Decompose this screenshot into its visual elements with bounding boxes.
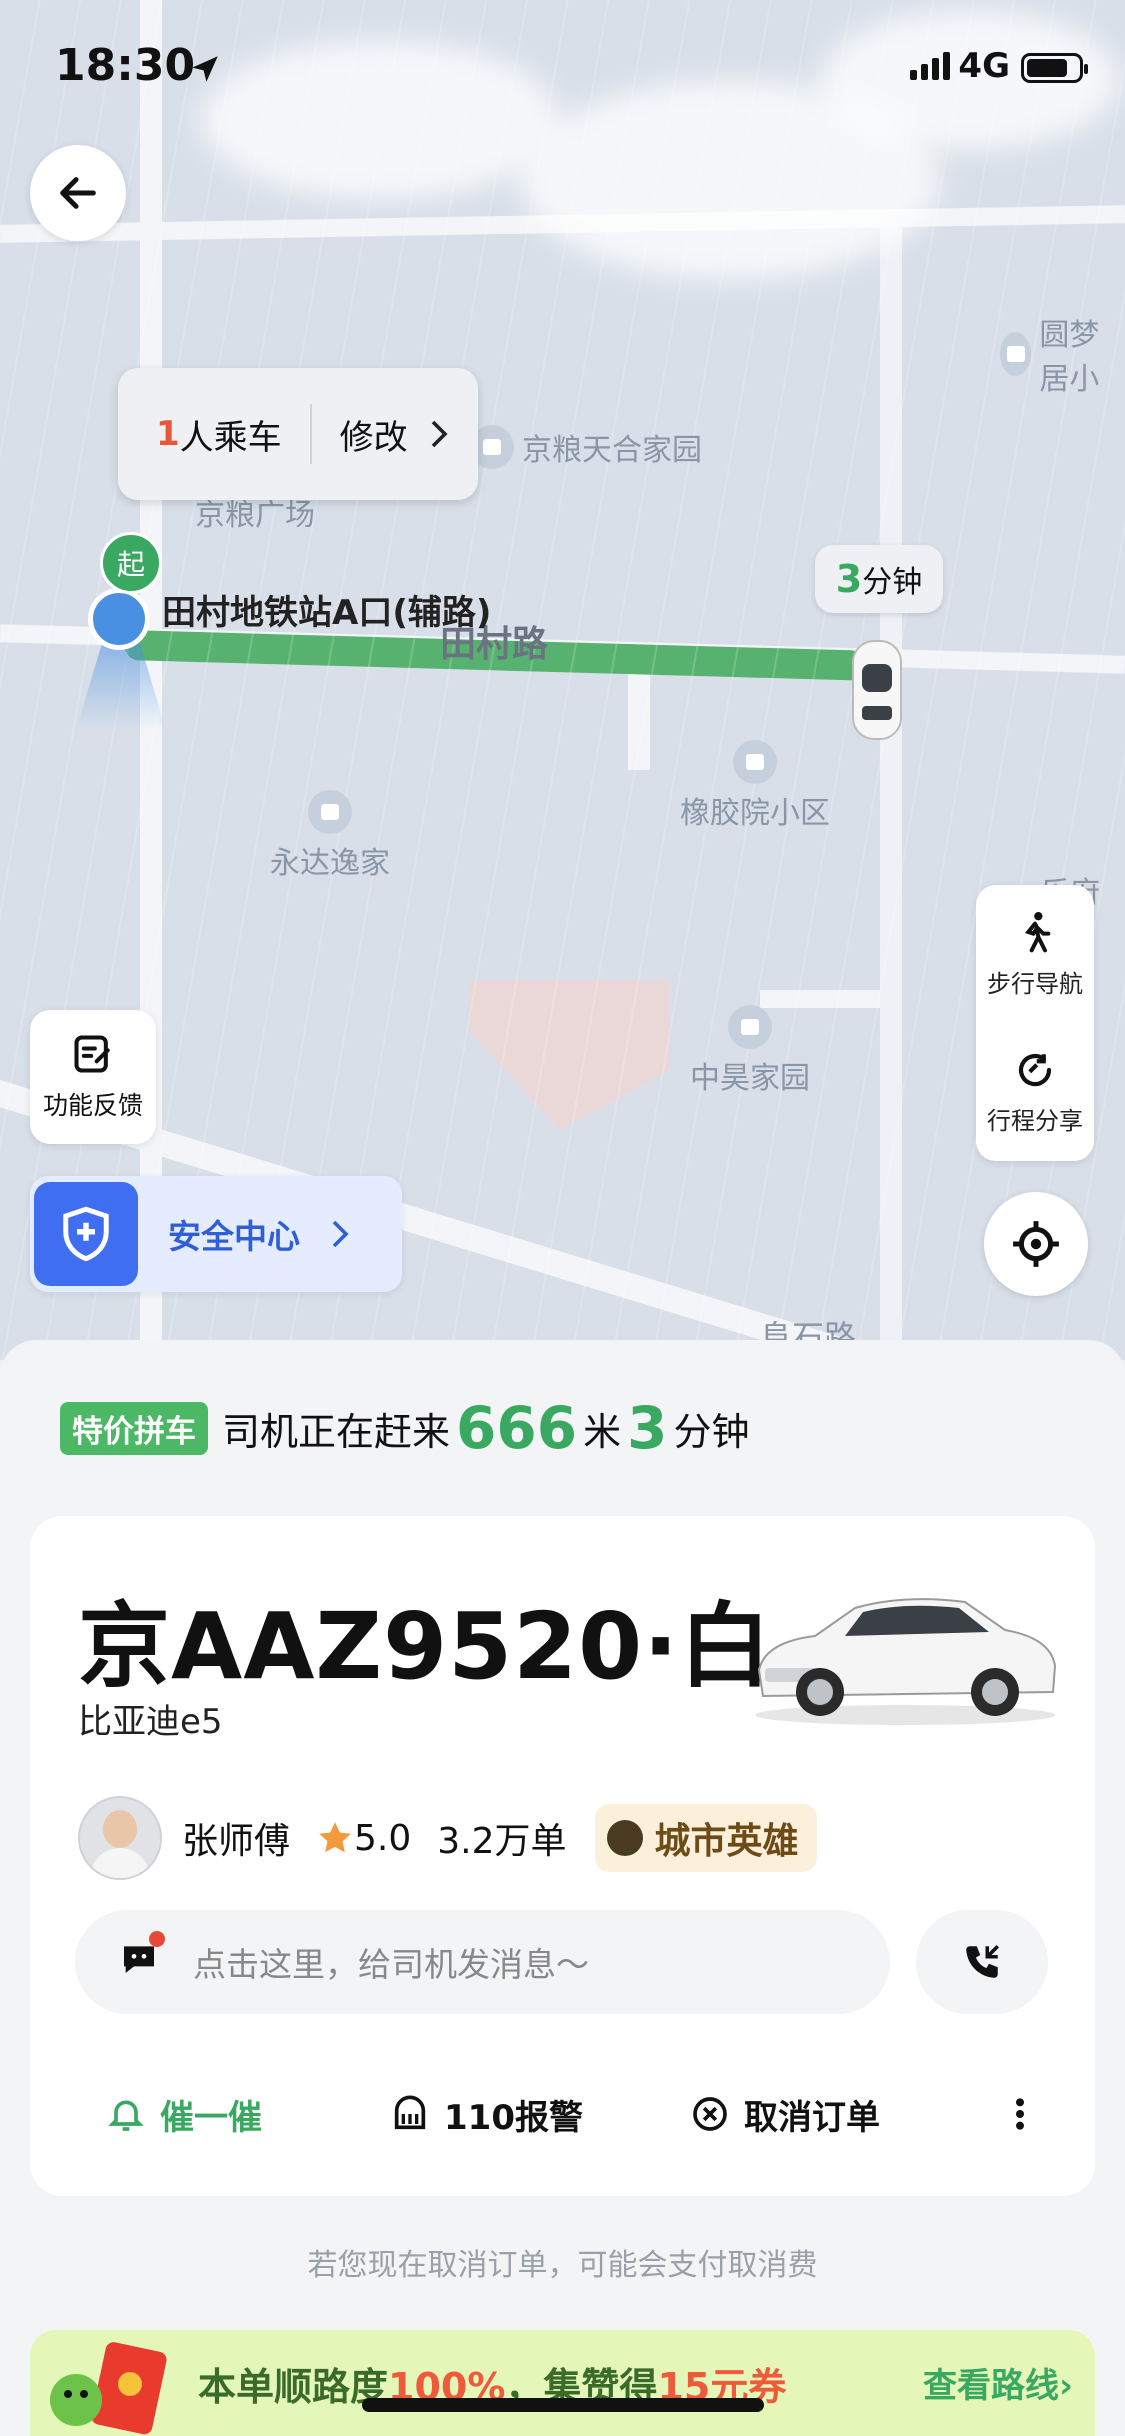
cancel-fee-notice: 若您现在取消订单，可能会支付取消费 — [307, 2248, 818, 2283]
back-arrow-icon — [60, 177, 96, 209]
feedback-button[interactable]: 功能反馈 — [30, 1010, 156, 1144]
chat-bubble-icon — [119, 1931, 165, 1985]
trip-status-line: 特价拼车 司机正在赶来 666 米 3 分钟 — [60, 1394, 749, 1462]
medal-icon — [606, 1820, 643, 1856]
passenger-count: 1 人乘车 — [118, 404, 312, 464]
passenger-suffix: 人乘车 — [179, 417, 282, 458]
police-label: 110报警 — [444, 2097, 583, 2138]
distance-unit: 米 — [583, 1409, 622, 1454]
minutes-value: 3 — [627, 1394, 668, 1462]
modify-label: 修改 — [339, 417, 408, 458]
network-type: 4G — [958, 46, 1010, 86]
passenger-bubble[interactable]: 1 人乘车 修改 — [118, 368, 478, 500]
driver-name: 张师傅 — [182, 1821, 291, 1862]
phone-icon — [966, 1945, 999, 1978]
location-arrow-icon — [192, 56, 218, 82]
driver-rating: 5.0 — [316, 1818, 411, 1859]
message-placeholder: 点击这里，给司机发消息～ — [193, 1945, 589, 1984]
view-route-link[interactable]: 查看路线› — [923, 2358, 1073, 2407]
car-model: 比亚迪e5 — [78, 1702, 223, 1742]
driver-orders: 3.2万单 — [437, 1821, 567, 1862]
license-plate: 京AAZ9520·白 — [78, 1593, 773, 1700]
urge-driver-button[interactable]: 催一催 — [106, 2090, 262, 2139]
eta-bubble: 3 分钟 — [815, 545, 943, 613]
trip-share-label: 行程分享 — [987, 1106, 1083, 1135]
promo-prefix: 本单顺路度 — [198, 2365, 389, 2409]
poi-label: 京粮天合家园 — [470, 425, 702, 469]
walk-nav-label: 步行导航 — [987, 969, 1083, 998]
cancel-circle-icon — [693, 2097, 727, 2131]
message-input[interactable]: 点击这里，给司机发消息～ — [75, 1910, 890, 2014]
police-button[interactable]: 110报警 — [390, 2090, 583, 2139]
view-route-label: 查看路线 — [922, 2366, 1059, 2406]
map-view[interactable]: 京粮天合家园 圆梦居小 橡胶院小区 永达逸家 中昊家园 京粮广场 阜石路 乐府江… — [0, 0, 1125, 1360]
status-bar: 18:30 4G — [0, 0, 1125, 136]
distance-value: 666 — [456, 1394, 578, 1462]
red-envelope-icon — [50, 2342, 167, 2435]
share-icon — [1018, 1053, 1052, 1086]
back-button[interactable] — [30, 145, 126, 241]
safety-center-label: 安全中心 — [168, 1217, 300, 1256]
map-tools-panel: 步行导航 行程分享 — [976, 885, 1094, 1161]
battery-icon — [1021, 53, 1088, 83]
trip-share-button[interactable]: 行程分享 — [987, 1023, 1083, 1161]
passenger-number: 1 — [156, 414, 180, 454]
poi-label: 中昊家园 — [690, 1005, 810, 1097]
rating-value: 5.0 — [354, 1817, 412, 1859]
city-hero-badge[interactable]: 城市英雄 — [594, 1804, 817, 1872]
rain-overlay — [0, 0, 1125, 1360]
pickup-location-marker[interactable] — [88, 588, 150, 650]
cancel-label: 取消订单 — [744, 2097, 880, 2138]
badge-label: 城市英雄 — [654, 1821, 799, 1862]
edit-note-icon — [74, 1035, 110, 1073]
locate-me-button[interactable] — [984, 1192, 1088, 1296]
feedback-label: 功能反馈 — [42, 1091, 143, 1120]
driver-avatar[interactable] — [78, 1796, 162, 1880]
minutes-unit: 分钟 — [673, 1409, 750, 1454]
chevron-right-icon — [332, 1220, 349, 1248]
modify-button[interactable]: 修改 — [312, 410, 450, 459]
status-time: 18:30 — [55, 40, 196, 91]
cancel-order-button[interactable]: 取消订单 — [690, 2090, 880, 2139]
walk-nav-button[interactable]: 步行导航 — [987, 885, 1083, 1023]
pickup-badge: 起 — [100, 532, 162, 594]
eta-minutes: 3 — [835, 557, 863, 601]
poi-label: 永达逸家 — [270, 790, 390, 882]
car-image — [755, 1598, 1057, 1725]
promo-banner[interactable]: 本单顺路度100%，集赞得15元券 查看路线› — [30, 2330, 1095, 2436]
bell-icon — [108, 2100, 144, 2131]
crosshair-icon — [1013, 1221, 1059, 1267]
safety-center-button[interactable]: 安全中心 — [30, 1176, 402, 1292]
action-row: 催一催 110报警 取消订单 — [30, 2076, 1095, 2152]
signal-icon — [910, 52, 950, 80]
unread-dot — [149, 1931, 165, 1947]
eta-unit: 分钟 — [862, 565, 923, 600]
chevron-right-icon — [431, 420, 448, 448]
carpool-tag: 特价拼车 — [60, 1401, 208, 1455]
driver-info: 张师傅 5.0 3.2万单 城市英雄 — [78, 1796, 817, 1880]
more-options-button[interactable] — [1010, 2094, 1030, 2134]
poi-label: 圆梦居小 — [1000, 310, 1125, 398]
poi-label: 橡胶院小区 — [680, 740, 830, 832]
car-marker — [852, 640, 902, 740]
home-indicator[interactable] — [362, 2398, 764, 2412]
trip-status-text: 司机正在赶来 — [222, 1409, 451, 1454]
urge-label: 催一催 — [160, 2097, 262, 2138]
pickup-label[interactable]: 田村地铁站A口(辅路) — [162, 585, 491, 634]
walking-person-icon — [1024, 911, 1051, 952]
call-driver-button[interactable] — [916, 1910, 1048, 2014]
more-vertical-icon — [1016, 2098, 1024, 2130]
police-110-icon — [394, 2095, 426, 2130]
star-icon — [319, 1822, 351, 1853]
shield-icon — [34, 1182, 138, 1286]
